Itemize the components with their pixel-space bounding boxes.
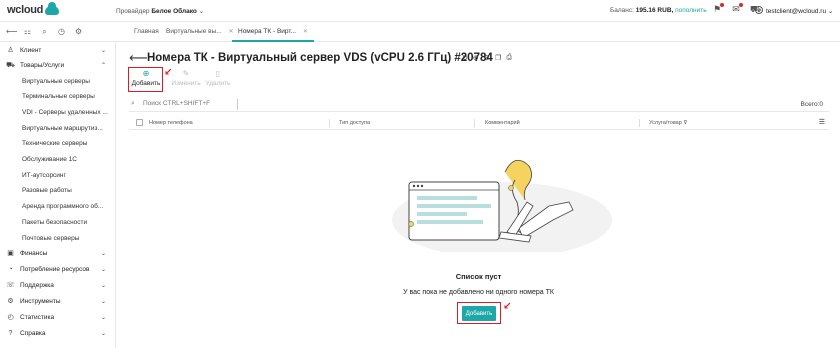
sidebar-subitem[interactable]: Пакеты безопасности	[22, 216, 114, 230]
highlight-box	[128, 67, 163, 92]
help-icon: ?	[8, 330, 13, 337]
sidebar-subitem[interactable]: Технические серверы	[22, 137, 114, 151]
settings-icon[interactable]: ⚙	[74, 27, 83, 37]
tab-bar: ⟵ ⚏ ⌕ ◷ ⚙ Главная Виртуальные вы... ✕ Но…	[0, 22, 840, 42]
delete-button[interactable]: ▯ Удалить	[201, 68, 235, 92]
divider	[237, 99, 238, 110]
tab-virtual-servers[interactable]: Виртуальные вы... ✕	[160, 22, 240, 42]
user-icon: ♙	[7, 47, 14, 54]
column-separator[interactable]	[639, 119, 640, 127]
top-bar: wcloud Провайдер Белое Облако ⌄ Баланс: …	[0, 0, 840, 22]
user-avatar-icon[interactable]	[755, 6, 763, 14]
column-access-type[interactable]: Тип доступа	[339, 120, 370, 126]
sitemap-icon[interactable]: ⚏	[23, 27, 32, 37]
topup-link[interactable]: пополнить	[675, 7, 707, 14]
chevron-down-icon: ⌄	[101, 251, 107, 257]
column-separator[interactable]	[329, 119, 330, 127]
title-actions: ↻ ⊕ ⚙ ❐ ⎙	[462, 54, 512, 62]
filter-icon: ⊽	[683, 120, 688, 126]
sidebar-item-help[interactable]: ? Справка ⌄	[0, 327, 116, 341]
gear-icon: ⚙	[7, 298, 14, 305]
wcloud-logo[interactable]: wcloud	[7, 1, 60, 16]
edit-button[interactable]: ✎ Изменить	[169, 68, 203, 92]
search-bar: ⌕ Всего:0	[129, 98, 829, 112]
empty-state-description: У вас пока не добавлено ни одного номера…	[403, 289, 554, 296]
cloud-logo-icon	[45, 1, 60, 15]
tab-phone-numbers[interactable]: Номера ТК - Вирт... ✕	[232, 22, 314, 42]
chevron-down-icon: ⌄	[101, 299, 107, 305]
sidebar-subitem[interactable]: VDI - Серверы удаленных ...	[22, 106, 114, 120]
chevron-down-icon: ⌄	[101, 315, 107, 321]
empty-state-illustration	[392, 159, 612, 252]
sidebar-item-products[interactable]: ⛟ Товары/Услуги ⌃	[0, 59, 116, 73]
sidebar-item-finance[interactable]: ▣ Финансы ⌄	[0, 247, 116, 261]
sidebar-subitem[interactable]: Разовые работы	[22, 184, 114, 198]
table-header: Номер телефона Тип доступа Комментарий У…	[129, 116, 829, 130]
globe-icon[interactable]: ⊕	[473, 54, 479, 62]
support-icon: ☏	[6, 282, 15, 289]
highlight-box	[457, 302, 501, 324]
total-count: Всего:0	[800, 101, 823, 108]
sidebar-item-statistics[interactable]: ◴ Статистика ⌄	[0, 311, 116, 325]
history-icon[interactable]: ◷	[57, 27, 66, 37]
provider-selector[interactable]: Провайдер Белое Облако ⌄	[116, 7, 204, 15]
page-title: Номера ТК - Виртуальный сервер VDS (vCPU…	[147, 52, 493, 64]
search-icon: ⌕	[131, 100, 135, 107]
notifications-icon[interactable]: ⚑	[712, 3, 724, 14]
column-phone[interactable]: Номер телефона	[149, 120, 193, 126]
empty-state-title: Список пуст	[455, 272, 502, 281]
sidebar-item-client[interactable]: ♙ Клиент ⌄	[0, 44, 116, 58]
chevron-down-icon: ⌄	[827, 8, 834, 15]
pie-icon: ◔	[8, 266, 13, 273]
chevron-down-icon: ⌄	[101, 283, 107, 289]
sidebar-subitem[interactable]: Виртуальные маршрутиз...	[22, 122, 114, 136]
red-arrow-icon: ↙	[503, 301, 512, 312]
chevron-down-icon: ⌄	[101, 267, 107, 273]
column-separator[interactable]	[474, 119, 475, 127]
chevron-down-icon: ⌄	[101, 48, 107, 54]
balance: Баланс: 195.16 RUB, пополнить	[610, 7, 707, 14]
quick-actions: ⟵ ⚏ ⌕ ◷ ⚙	[6, 27, 83, 37]
column-comment[interactable]: Комментарий	[485, 120, 520, 126]
edit-icon: ✎	[182, 69, 190, 78]
user-menu[interactable]: testclient@wcloud.ru ⌄	[766, 7, 833, 15]
sidebar-item-resources[interactable]: ◔ Потребление ресурсов ⌄	[0, 263, 116, 277]
chevron-down-icon: ⌄	[198, 8, 205, 15]
print-icon[interactable]: ⎙	[506, 54, 512, 62]
sidebar-subitem[interactable]: Аренда программного об...	[22, 200, 114, 214]
sidebar-subitem[interactable]: Почтовые серверы	[22, 232, 114, 246]
refresh-icon[interactable]: ↻	[462, 54, 468, 62]
search-input[interactable]	[143, 100, 343, 107]
sidebar-subitem[interactable]: ИТ-аутсорсинг	[22, 169, 114, 183]
stats-icon: ◴	[7, 314, 14, 321]
select-all-checkbox[interactable]	[136, 119, 143, 126]
close-icon[interactable]: ✕	[303, 29, 308, 35]
sidebar-subitem[interactable]: Виртуальные серверы	[22, 75, 114, 89]
column-service[interactable]: Услуга/товар ⊽	[649, 120, 687, 126]
wallet-icon: ▣	[7, 250, 14, 257]
sidebar-item-support[interactable]: ☏ Поддержка ⌄	[0, 279, 116, 293]
column-menu-icon[interactable]: ☰	[819, 118, 825, 126]
header-icons: ⚑ ✉ ⛟	[712, 3, 761, 14]
sidebar-subitem[interactable]: Терминальные серверы	[22, 90, 114, 104]
chevron-down-icon: ⌄	[101, 331, 107, 337]
delete-icon: ▯	[215, 69, 221, 78]
main-content: ⟵ Номера ТК - Виртуальный сервер VDS (vC…	[117, 42, 840, 348]
back-arrow-icon[interactable]: ⟵	[129, 50, 148, 66]
sidebar-subitem[interactable]: Обслуживание 1С	[22, 153, 114, 167]
search-icon[interactable]: ⌕	[40, 27, 49, 37]
messages-icon[interactable]: ✉	[731, 3, 743, 14]
settings-icon[interactable]: ⚙	[484, 54, 490, 62]
chevron-up-icon: ⌃	[101, 63, 107, 69]
cart-icon: ⛟	[6, 62, 15, 69]
sidebar-item-tools[interactable]: ⚙ Инструменты ⌄	[0, 295, 116, 309]
collapse-sidebar-icon[interactable]: ⟵	[6, 27, 17, 37]
sidebar: ♙ Клиент ⌄ ⛟ Товары/Услуги ⌃ Виртуальные…	[0, 42, 116, 348]
copy-icon[interactable]: ❐	[495, 54, 501, 62]
